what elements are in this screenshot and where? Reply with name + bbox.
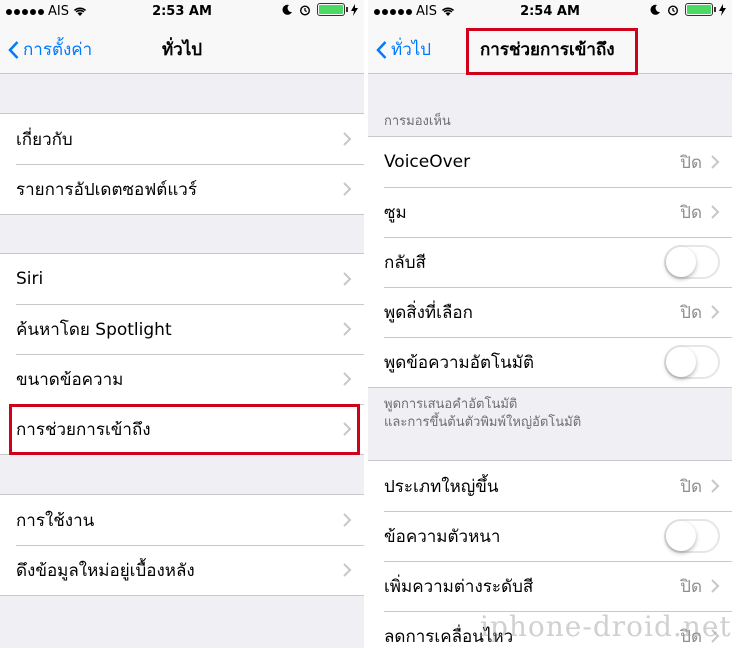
list-item-label: ข้อความตัวหนา xyxy=(384,526,501,547)
list-item-invert-colors: กลับสี xyxy=(368,237,732,287)
list-item-zoom[interactable]: ซูม ปิด xyxy=(368,187,732,237)
accessibility-highlight-box xyxy=(9,404,360,455)
list-item-label: พูดสิ่งที่เลือก xyxy=(384,302,473,323)
status-bar: AIS 2:54 AM xyxy=(368,0,732,22)
list-item-label: ซูม xyxy=(384,202,407,223)
general-settings-screen: AIS 2:53 AM การตั้งค่า ทั่วไป เกี่ยวกับ … xyxy=(0,0,364,648)
settings-group-1: เกี่ยวกับ รายการอัปเดตซอฟต์แวร์ xyxy=(0,113,364,215)
list-item-label: กลับสี xyxy=(384,252,426,273)
list-item-label: ดึงข้อมูลใหม่อยู่เบื้องหลัง xyxy=(16,560,195,581)
chevron-right-icon xyxy=(343,182,352,196)
list-item-label: พูดข้อความอัตโนมัติ xyxy=(384,352,534,373)
section-footer: พูดการเสนอคำอัตโนมัติ และการขึ้นต้นตัวพิ… xyxy=(384,396,581,432)
chevron-right-icon xyxy=(343,372,352,386)
settings-group-3: การใช้งาน ดึงข้อมูลใหม่อยู่เบื้องหลัง xyxy=(0,494,364,596)
chevron-right-icon xyxy=(343,322,352,336)
back-chevron-icon xyxy=(376,40,387,59)
section-header-vision: การมองเห็น xyxy=(384,114,451,129)
list-item-speak-selection[interactable]: พูดสิ่งที่เลือก ปิด xyxy=(368,287,732,337)
list-item-software-update[interactable]: รายการอัปเดตซอฟต์แวร์ xyxy=(0,164,364,214)
chevron-right-icon xyxy=(711,579,720,593)
bold-text-toggle[interactable] xyxy=(664,519,720,553)
moon-icon xyxy=(282,4,292,15)
list-item-siri[interactable]: Siri xyxy=(0,254,364,304)
back-button[interactable]: ทั่วไป xyxy=(376,36,431,63)
list-item-spotlight-search[interactable]: ค้นหาโดย Spotlight xyxy=(0,304,364,354)
footer-line-1: พูดการเสนอคำอัตโนมัติ xyxy=(384,397,518,412)
list-item-label: VoiceOver xyxy=(384,152,471,172)
chevron-right-icon xyxy=(711,205,720,219)
navigation-bar: ทั่วไป การช่วยการเข้าถึง xyxy=(368,22,732,75)
chevron-right-icon xyxy=(711,305,720,319)
list-item-value: ปิด xyxy=(680,152,702,173)
charging-bolt-icon xyxy=(351,3,358,16)
list-item-label: ประเภทใหญ่ขึ้น xyxy=(384,476,499,497)
list-item-speak-auto-text: พูดข้อความอัตโนมัติ xyxy=(368,337,732,387)
alarm-clock-icon xyxy=(299,4,311,16)
chevron-right-icon xyxy=(711,479,720,493)
invert-colors-toggle[interactable] xyxy=(664,245,720,279)
accessibility-settings-screen: AIS 2:54 AM ทั่วไป การช่วยการเข้าถึง การ… xyxy=(368,0,732,648)
battery-icon xyxy=(685,3,716,16)
list-item-value: ปิด xyxy=(680,202,702,223)
watermark-text: iphone-droid.net xyxy=(480,610,732,643)
list-item-larger-type[interactable]: ประเภทใหญ่ขึ้น ปิด xyxy=(368,461,732,511)
list-item-background-refresh[interactable]: ดึงข้อมูลใหม่อยู่เบื้องหลัง xyxy=(0,545,364,595)
list-item-about[interactable]: เกี่ยวกับ xyxy=(0,114,364,164)
chevron-right-icon xyxy=(343,272,352,286)
chevron-right-icon xyxy=(343,513,352,527)
list-item-value: ปิด xyxy=(680,302,702,323)
status-bar: AIS 2:53 AM xyxy=(0,0,364,22)
back-button-label: ทั่วไป xyxy=(391,40,432,60)
moon-icon xyxy=(650,4,660,15)
list-item-label: เกี่ยวกับ xyxy=(16,129,73,150)
list-item-value: ปิด xyxy=(680,476,702,497)
speak-auto-text-toggle[interactable] xyxy=(664,345,720,379)
navigation-bar: การตั้งค่า ทั่วไป xyxy=(0,22,364,74)
list-item-label: ค้นหาโดย Spotlight xyxy=(16,319,172,340)
alarm-clock-icon xyxy=(667,4,679,16)
list-item-label: รายการอัปเดตซอฟต์แวร์ xyxy=(16,179,197,200)
charging-bolt-icon xyxy=(719,3,726,16)
page-title: ทั่วไป xyxy=(161,40,203,60)
list-item-label: Siri xyxy=(16,269,44,289)
list-item-bold-text: ข้อความตัวหนา xyxy=(368,511,732,561)
title-highlight-box xyxy=(466,28,638,75)
list-item-label: เพิ่มความต่างระดับสี xyxy=(384,576,534,597)
list-item-voiceover[interactable]: VoiceOver ปิด xyxy=(368,137,732,187)
list-item-value: ปิด xyxy=(680,576,702,597)
vision-settings-group: VoiceOver ปิด ซูม ปิด กลับสี พูดสิ่งที่เ… xyxy=(368,136,732,388)
chevron-right-icon xyxy=(343,563,352,577)
battery-icon xyxy=(317,3,348,16)
list-item-label: การใช้งาน xyxy=(16,510,95,531)
list-item-text-size[interactable]: ขนาดข้อความ xyxy=(0,354,364,404)
list-item-increase-contrast[interactable]: เพิ่มความต่างระดับสี ปิด xyxy=(368,561,732,611)
chevron-right-icon xyxy=(343,132,352,146)
list-item-label: ขนาดข้อความ xyxy=(16,369,124,390)
list-item-usage[interactable]: การใช้งาน xyxy=(0,495,364,545)
footer-line-2: และการขึ้นต้นตัวพิมพ์ใหญ่อัตโนมัติ xyxy=(384,415,582,430)
chevron-right-icon xyxy=(711,155,720,169)
